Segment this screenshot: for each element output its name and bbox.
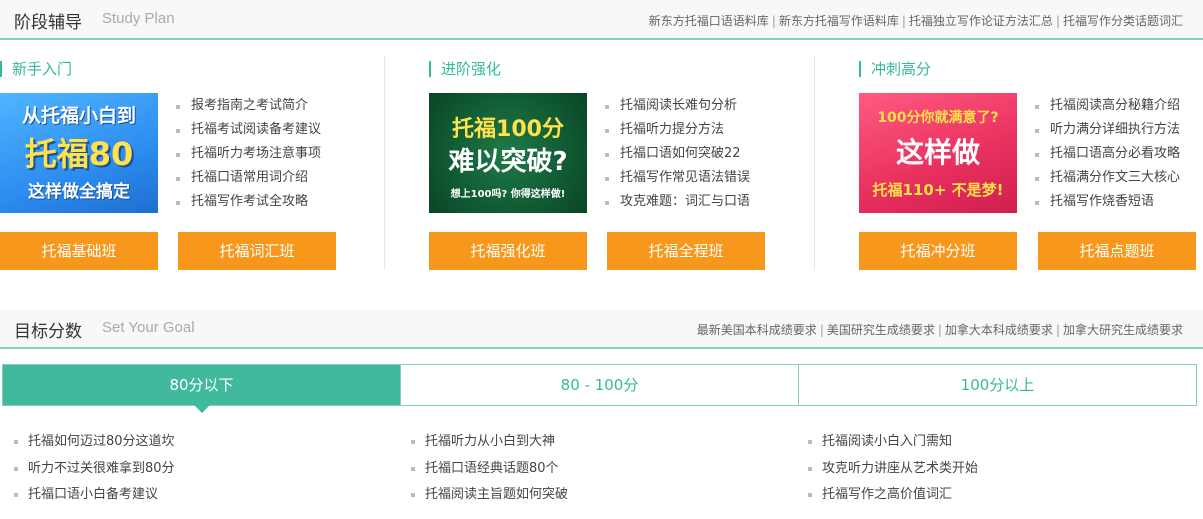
link-writing-corpus[interactable]: 新东方托福写作语料库 xyxy=(779,14,899,28)
column-title: 新手入门 xyxy=(0,61,72,77)
list-item[interactable]: 托福如何迈过80分这道坎 xyxy=(14,429,175,456)
link-argument-methods[interactable]: 托福独立写作论证方法汇总 xyxy=(909,14,1053,28)
tab-80-100[interactable]: 80 - 100分 xyxy=(400,365,798,405)
column-intermediate: 进阶强化 托福100分 难以突破? 想上100吗? 你得这样做! 托福阅读长难句… xyxy=(429,56,829,272)
link-ca-undergrad[interactable]: 加拿大本科成绩要求 xyxy=(945,323,1053,337)
list-item[interactable]: 托福阅读小白入门需知 xyxy=(808,429,978,456)
list-item[interactable]: 托福口语常用词介绍 xyxy=(176,166,321,190)
goal-list-1: 托福如何迈过80分这道坎 听力不过关很难拿到80分 托福口语小白备考建议 xyxy=(14,429,175,509)
list-item[interactable]: 托福写作之高价值词汇 xyxy=(808,482,978,509)
list-item[interactable]: 托福考试阅读备考建议 xyxy=(176,118,321,142)
list-item[interactable]: 托福听力提分方法 xyxy=(605,118,750,142)
list-item[interactable]: 托福写作常见语法错误 xyxy=(605,166,750,190)
study-plan-title: 阶段辅导 xyxy=(14,13,82,33)
banner-advanced[interactable]: 100分你就满意了? 这样做 托福110+ 不是梦! xyxy=(859,93,1017,213)
list-item[interactable]: 托福写作考试全攻略 xyxy=(176,190,321,214)
banner-beginner[interactable]: 从托福小白到 托福80 这样做全搞定 xyxy=(0,93,158,213)
banner-line3: 这样做全搞定 xyxy=(28,182,130,202)
full-course-button[interactable]: 托福全程班 xyxy=(607,232,765,270)
topic-class-button[interactable]: 托福点题班 xyxy=(1038,232,1196,270)
list-item[interactable]: 托福听力从小白到大神 xyxy=(411,429,568,456)
advanced-list: 托福阅读高分秘籍介绍 听力满分详细执行方法 托福口语高分必看攻略 托福满分作文三… xyxy=(1035,94,1180,214)
link-us-undergrad[interactable]: 最新美国本科成绩要求 xyxy=(697,323,817,337)
sprint-class-button[interactable]: 托福冲分班 xyxy=(859,232,1017,270)
link-ca-grad[interactable]: 加拿大研究生成绩要求 xyxy=(1063,323,1183,337)
banner-line3: 托福110+ 不是梦! xyxy=(872,181,1004,199)
banner-line2: 难以突破? xyxy=(448,147,568,177)
list-item[interactable]: 报考指南之考试简介 xyxy=(176,94,321,118)
basic-class-button[interactable]: 托福基础班 xyxy=(0,232,158,270)
list-item[interactable]: 听力满分详细执行方法 xyxy=(1035,118,1180,142)
banner-line2: 托福80 xyxy=(24,135,134,173)
list-item[interactable]: 托福写作烧香短语 xyxy=(1035,190,1180,214)
banner-line1: 100分你就满意了? xyxy=(877,110,999,126)
list-item[interactable]: 托福阅读长难句分析 xyxy=(605,94,750,118)
link-speaking-corpus[interactable]: 新东方托福口语语料库 xyxy=(649,14,769,28)
intermediate-list: 托福阅读长难句分析 托福听力提分方法 托福口语如何突破22 托福写作常见语法错误… xyxy=(605,94,750,214)
list-item[interactable]: 托福口语小白备考建议 xyxy=(14,482,175,509)
column-title: 进阶强化 xyxy=(429,61,501,77)
banner-intermediate[interactable]: 托福100分 难以突破? 想上100吗? 你得这样做! xyxy=(429,93,587,213)
list-item[interactable]: 托福阅读高分秘籍介绍 xyxy=(1035,94,1180,118)
beginner-list: 报考指南之考试简介 托福考试阅读备考建议 托福听力考场注意事项 托福口语常用词介… xyxy=(176,94,321,214)
column-divider xyxy=(384,56,385,270)
banner-line1: 从托福小白到 xyxy=(21,105,136,127)
list-item[interactable]: 托福听力考场注意事项 xyxy=(176,142,321,166)
column-divider xyxy=(814,56,815,270)
column-title: 冲刺高分 xyxy=(859,61,931,77)
list-item[interactable]: 托福口语如何突破22 xyxy=(605,142,750,166)
list-item[interactable]: 托福口语高分必看攻略 xyxy=(1035,142,1180,166)
vocab-class-button[interactable]: 托福词汇班 xyxy=(178,232,336,270)
column-beginner: 新手入门 从托福小白到 托福80 这样做全搞定 报考指南之考试简介 托福考试阅读… xyxy=(0,56,400,272)
list-item[interactable]: 攻克听力讲座从艺术类开始 xyxy=(808,456,978,483)
goal-links: 最新美国本科成绩要求 | 美国研究生成绩要求 | 加拿大本科成绩要求 | 加拿大研究生成绩要… xyxy=(696,323,1183,337)
goal-header: 目标分数 Set Your Goal 最新美国本科成绩要求 | 美国研究生成绩要求 |… xyxy=(0,309,1203,349)
list-item[interactable]: 攻克难题：词汇与口语 xyxy=(605,190,750,214)
tab-below-80[interactable]: 80分以下 xyxy=(3,365,400,413)
link-topic-vocab[interactable]: 托福写作分类话题词汇 xyxy=(1063,14,1183,28)
list-item[interactable]: 托福口语经典话题80个 xyxy=(411,456,568,483)
list-item[interactable]: 托福阅读主旨题如何突破 xyxy=(411,482,568,509)
study-plan-subtitle: Study Plan xyxy=(102,10,175,27)
study-plan-header: 阶段辅导 Study Plan 新东方托福口语语料库 | 新东方托福写作语料库 | 托福… xyxy=(0,0,1203,40)
banner-line2: 这样做 xyxy=(895,136,980,169)
intensive-class-button[interactable]: 托福强化班 xyxy=(429,232,587,270)
goal-list-2: 托福听力从小白到大神 托福口语经典话题80个 托福阅读主旨题如何突破 xyxy=(411,429,568,509)
study-plan-links: 新东方托福口语语料库 | 新东方托福写作语料库 | 托福独立写作论证方法汇总 | 托福写作分… xyxy=(648,14,1183,28)
tab-above-100[interactable]: 100分以上 xyxy=(798,365,1196,405)
link-us-grad[interactable]: 美国研究生成绩要求 xyxy=(827,323,935,337)
goal-subtitle: Set Your Goal xyxy=(102,319,195,336)
column-advanced: 冲刺高分 100分你就满意了? 这样做 托福110+ 不是梦! 托福阅读高分秘籍… xyxy=(859,56,1203,272)
goal-list-3: 托福阅读小白入门需知 攻克听力讲座从艺术类开始 托福写作之高价值词汇 xyxy=(808,429,978,509)
list-item[interactable]: 托福满分作文三大核心 xyxy=(1035,166,1180,190)
banner-line1: 托福100分 xyxy=(452,117,564,142)
score-tabs: 80分以下 80 - 100分 100分以上 xyxy=(2,364,1197,413)
list-item[interactable]: 听力不过关很难拿到80分 xyxy=(14,456,175,483)
banner-line3: 想上100吗? 你得这样做! xyxy=(450,189,566,200)
goal-title: 目标分数 xyxy=(14,322,82,342)
